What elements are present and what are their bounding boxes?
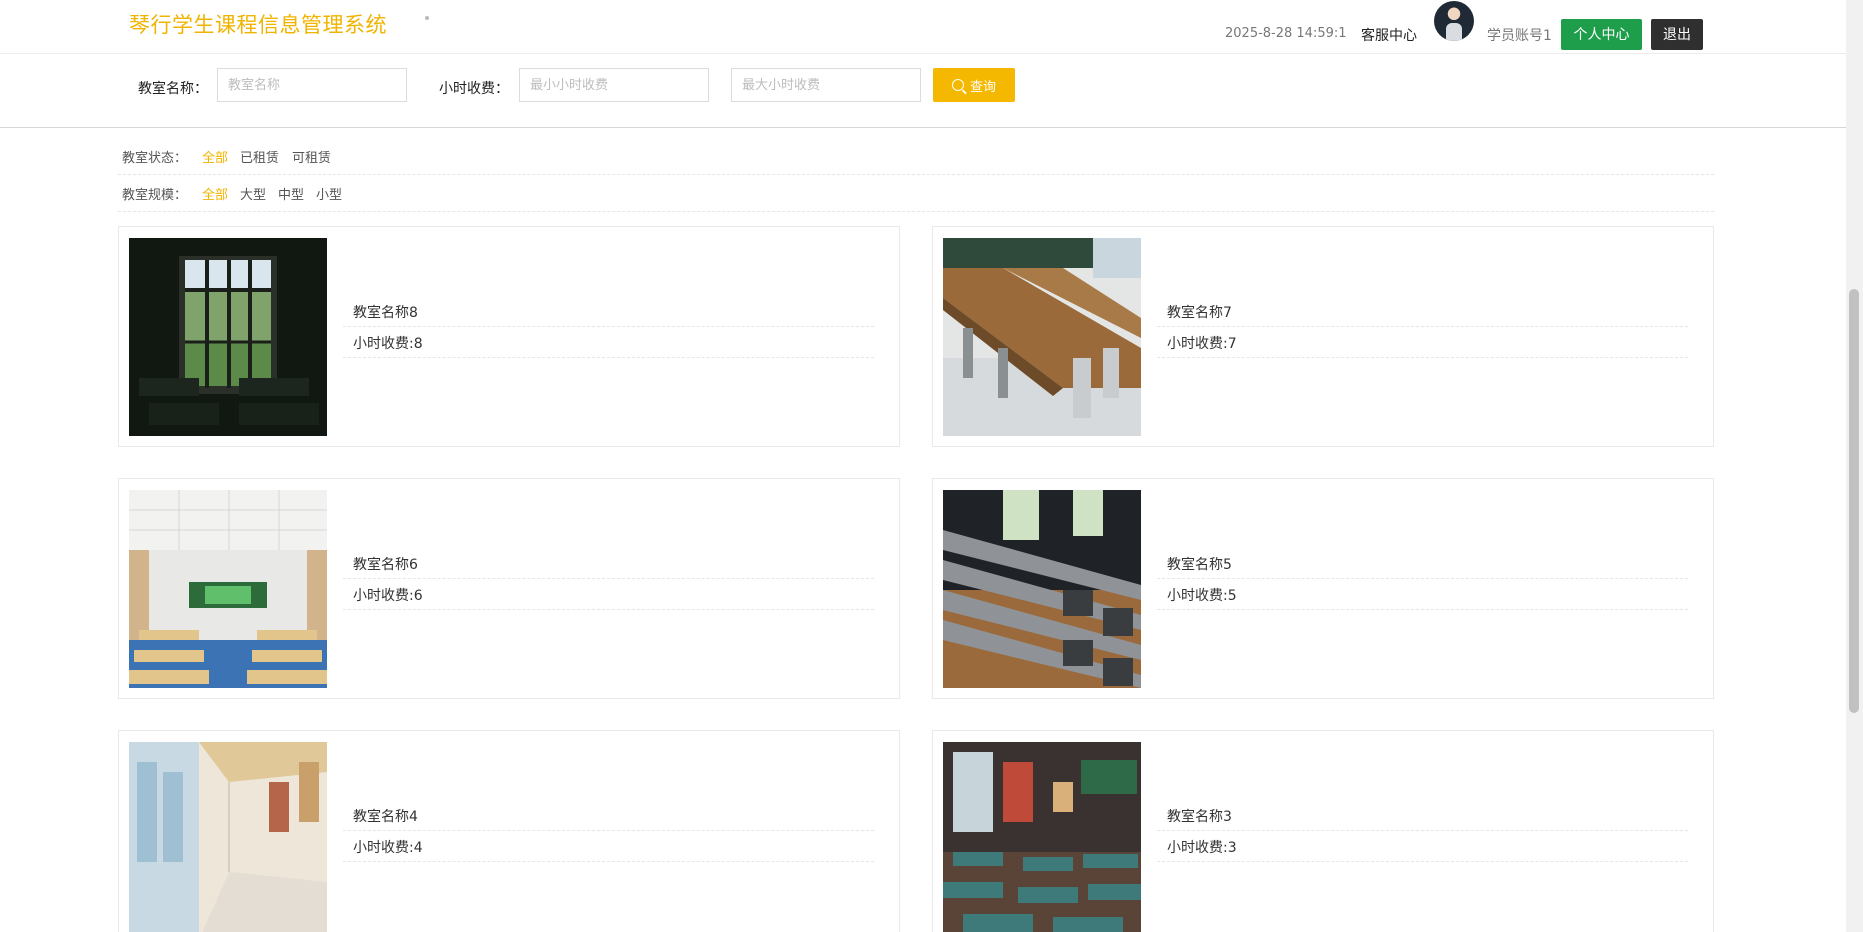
classroom-name: 教室名称4 — [353, 809, 418, 825]
logout-button[interactable]: 退出 — [1651, 19, 1703, 50]
hourly-fee-label: 小时收费： — [439, 81, 509, 97]
classroom-photo[interactable] — [943, 490, 1141, 688]
classroom-fee-row: 小时收费:3 — [1157, 831, 1688, 862]
classroom-name-label: 教室名称： — [138, 81, 208, 97]
search-icon — [951, 79, 964, 91]
query-button[interactable]: 查询 — [933, 68, 1015, 102]
classroom-hourly-fee: 小时收费:6 — [353, 588, 423, 604]
classroom-name: 教室名称8 — [353, 305, 418, 321]
classroom-photo[interactable] — [129, 238, 327, 436]
classroom-name-row: 教室名称7 — [1157, 296, 1688, 327]
user-avatar[interactable] — [1434, 1, 1474, 41]
search-bar: 教室名称： 小时收费： 查询 — [0, 54, 1846, 128]
classroom-name: 教室名称3 — [1167, 809, 1232, 825]
classroom-photo[interactable] — [943, 742, 1141, 932]
classroom-fee-row: 小时收费:8 — [343, 327, 874, 358]
status-filter-label: 教室状态： — [122, 151, 188, 166]
classroom-card[interactable]: 教室名称4 小时收费:4 — [118, 730, 900, 932]
current-datetime: 2025-8-28 14:59:1 — [1225, 26, 1347, 41]
min-hourly-fee-input[interactable] — [519, 68, 709, 102]
classroom-card[interactable]: 教室名称7 小时收费:7 — [932, 226, 1714, 447]
classroom-hourly-fee: 小时收费:4 — [353, 840, 423, 856]
classroom-photo[interactable] — [129, 742, 327, 932]
scale-filter-medium[interactable]: 中型 — [278, 184, 304, 203]
classroom-hourly-fee: 小时收费:7 — [1167, 336, 1237, 352]
classroom-fee-row: 小时收费:5 — [1157, 579, 1688, 610]
query-button-label: 查询 — [969, 79, 996, 95]
classroom-name: 教室名称6 — [353, 557, 418, 573]
page-scrollbar-thumb[interactable] — [1849, 289, 1859, 713]
classroom-hourly-fee: 小时收费:5 — [1167, 588, 1237, 604]
classroom-name: 教室名称7 — [1167, 305, 1232, 321]
app-title: 琴行学生课程信息管理系统 — [129, 13, 387, 37]
scale-filter-all[interactable]: 全部 — [202, 184, 228, 203]
status-filter-row: 教室状态： 全部 已租赁 可租赁 — [118, 137, 1714, 175]
scale-filter-small[interactable]: 小型 — [316, 184, 342, 203]
classroom-card[interactable]: 教室名称3 小时收费:3 — [932, 730, 1714, 932]
classroom-card[interactable]: 教室名称8 小时收费:8 — [118, 226, 900, 447]
classroom-hourly-fee: 小时收费:8 — [353, 336, 423, 352]
classroom-hourly-fee: 小时收费:3 — [1167, 840, 1237, 856]
classroom-card[interactable]: 教室名称5 小时收费:5 — [932, 478, 1714, 699]
classroom-fee-row: 小时收费:7 — [1157, 327, 1688, 358]
top-header: 琴行学生课程信息管理系统 2025-8-28 14:59:1 客服中心 学员账号… — [0, 0, 1846, 54]
status-filter-all[interactable]: 全部 — [202, 147, 228, 166]
status-filter-available[interactable]: 可租赁 — [292, 147, 331, 166]
classroom-name-input[interactable] — [217, 68, 407, 102]
scale-filter-large[interactable]: 大型 — [240, 184, 266, 203]
max-hourly-fee-input[interactable] — [731, 68, 921, 102]
classroom-photo[interactable] — [129, 490, 327, 688]
scale-filter-row: 教室规模： 全部 大型 中型 小型 — [118, 174, 1714, 212]
classroom-name-row: 教室名称4 — [343, 800, 874, 831]
customer-service-link[interactable]: 客服中心 — [1361, 25, 1417, 45]
classroom-name-row: 教室名称5 — [1157, 548, 1688, 579]
classroom-photo[interactable] — [943, 238, 1141, 436]
decorative-dot — [425, 16, 429, 20]
personal-center-button[interactable]: 个人中心 — [1561, 19, 1642, 50]
classroom-name-row: 教室名称8 — [343, 296, 874, 327]
classroom-fee-row: 小时收费:6 — [343, 579, 874, 610]
status-filter-rented[interactable]: 已租赁 — [240, 147, 279, 166]
classroom-fee-row: 小时收费:4 — [343, 831, 874, 862]
classroom-card[interactable]: 教室名称6 小时收费:6 — [118, 478, 900, 699]
scale-filter-label: 教室规模： — [122, 188, 188, 203]
classroom-name-row: 教室名称6 — [343, 548, 874, 579]
user-account-name: 学员账号1 — [1487, 28, 1552, 44]
classroom-name-row: 教室名称3 — [1157, 800, 1688, 831]
page: 琴行学生课程信息管理系统 2025-8-28 14:59:1 客服中心 学员账号… — [0, 0, 1863, 932]
classroom-name: 教室名称5 — [1167, 557, 1232, 573]
